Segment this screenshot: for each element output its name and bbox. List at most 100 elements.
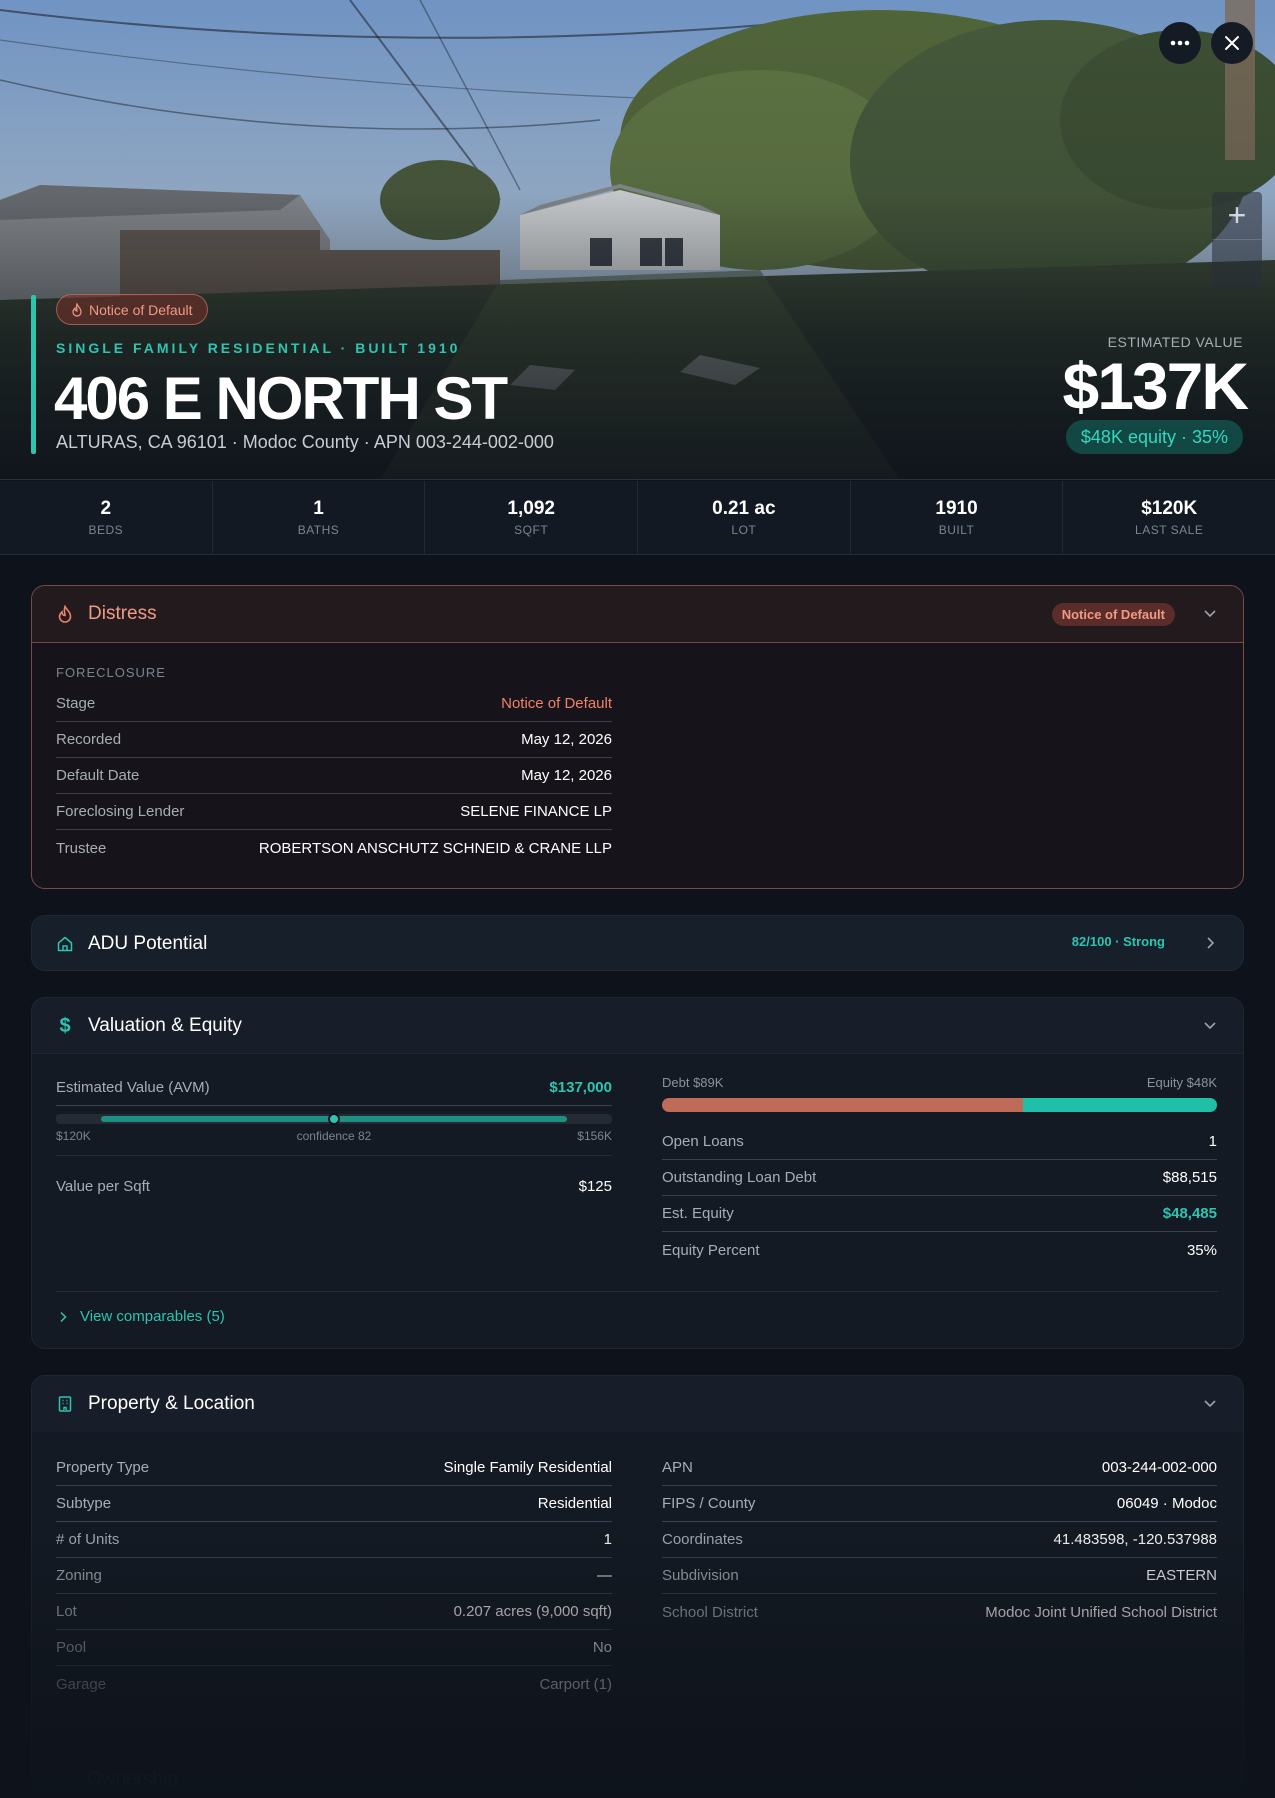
adu-potential-card[interactable]: ADU Potential 82/100 · Strong [31, 915, 1244, 971]
stat-label: BUILT [938, 523, 975, 537]
distress-card-header[interactable]: Distress Notice of Default [32, 586, 1243, 643]
row-value: Modoc Joint Unified School District [985, 1603, 1217, 1621]
ownership-card-header[interactable]: Ownership [31, 1752, 1244, 1798]
property-stats-bar: 2 BEDS 1 BATHS 1,092 SQFT 0.21 ac LOT 19… [0, 481, 1275, 555]
row-key: Foreclosing Lender [56, 803, 185, 820]
view-comparables-label: View comparables (5) [80, 1308, 225, 1325]
hero-accent-bar [31, 295, 36, 454]
valuation-equity-card: $ Valuation & Equity Estimated Value (AV… [31, 997, 1244, 1349]
property-card-header[interactable]: Property & Location [32, 1376, 1243, 1432]
row-key: Trustee [56, 839, 107, 857]
row-value: $88,515 [1162, 1169, 1217, 1186]
range-high: $156K [577, 1129, 612, 1143]
property-location-card: Property & Location Property Type Single … [31, 1375, 1244, 1795]
ppsf-label: Value per Sqft [56, 1177, 150, 1195]
chevron-right-icon[interactable] [1203, 936, 1217, 950]
row-key: Subdivision [662, 1567, 739, 1584]
row-key: Zoning [56, 1567, 102, 1584]
stat-built: 1910 BUILT [851, 481, 1064, 554]
ownership-title: Ownership [87, 1769, 178, 1790]
stat-label: SQFT [514, 523, 549, 537]
row-value: 0.207 acres (9,000 sqft) [453, 1603, 612, 1620]
hero-street-view: + Notice of Default SINGLE FAMILY RESIDE… [0, 0, 1275, 480]
row-key: Outstanding Loan Debt [662, 1169, 817, 1186]
row-key: Property Type [56, 1459, 150, 1476]
zoom-out-button[interactable] [1212, 241, 1262, 289]
view-comparables-link[interactable]: View comparables (5) [58, 1308, 225, 1325]
building-icon [58, 1396, 72, 1412]
equity-segment [1022, 1098, 1217, 1112]
stat-value: 1910 [935, 498, 978, 519]
stat-last-sale: $120K LAST SALE [1063, 481, 1275, 554]
foreclosure-section: FORECLOSURE Stage Notice of Default Reco… [56, 665, 612, 866]
flame-icon [72, 302, 82, 317]
chevron-down-icon[interactable] [1203, 1018, 1217, 1032]
row-value: 003-244-002-000 [1101, 1459, 1217, 1476]
close-icon [1225, 36, 1239, 50]
adu-title: ADU Potential [88, 933, 208, 954]
stat-value: 2 [100, 498, 112, 519]
row-key: Pool [56, 1639, 87, 1656]
debt-label: Debt $89K [662, 1075, 724, 1090]
close-button[interactable] [1211, 22, 1253, 64]
loan-row-equity-percent: Equity Percent 35% [662, 1232, 1217, 1268]
foreclosure-row-lender: Foreclosing Lender SELENE FINANCE LP [56, 794, 612, 830]
property-address: 406 E NORTH ST [54, 365, 508, 432]
prop-row-units: # of Units 1 [56, 1522, 612, 1558]
prop-row-school-district: School District Modoc Joint Unified Schoo… [662, 1594, 1217, 1630]
avm-section: Estimated Value (AVM) $137,000 $120K con… [56, 1070, 612, 1204]
stat-baths: 1 BATHS [213, 481, 426, 554]
row-value: SELENE FINANCE LP [460, 803, 612, 820]
street-view-zoom-control: + [1212, 192, 1262, 290]
adu-card-header[interactable]: ADU Potential 82/100 · Strong [32, 916, 1243, 970]
row-key: # of Units [56, 1531, 120, 1548]
foreclosure-table: Stage Notice of Default Recorded May 12,… [56, 686, 612, 866]
row-key: School District [662, 1603, 758, 1621]
property-type-line: SINGLE FAMILY RESIDENTIAL · BUILT 1910 [56, 340, 461, 356]
stat-value: $120K [1141, 498, 1198, 519]
debt-equity-bar [662, 1098, 1217, 1112]
row-key: Lot [56, 1603, 77, 1620]
debt-segment [662, 1098, 1023, 1112]
stat-value: 0.21 ac [712, 498, 776, 519]
property-title: Property & Location [88, 1393, 255, 1414]
stat-beds: 2 BEDS [0, 481, 213, 554]
stat-lot: 0.21 ac LOT [638, 481, 851, 554]
row-key: Subtype [56, 1495, 112, 1512]
loan-row-debt: Outstanding Loan Debt $88,515 [662, 1160, 1217, 1196]
zoom-in-button[interactable]: + [1212, 192, 1262, 240]
distress-badge: Notice of Default [1051, 603, 1175, 626]
prop-row-apn: APN 003-244-002-000 [662, 1450, 1217, 1486]
distress-pill-label: Notice of Default [89, 301, 193, 318]
chevron-down-icon[interactable] [1203, 1396, 1217, 1410]
row-key: Equity Percent [662, 1241, 760, 1259]
distress-status-pill: Notice of Default [56, 294, 208, 325]
equity-pill: $48K equity · 35% [1065, 420, 1243, 454]
row-value: 1 [603, 1531, 612, 1548]
row-value: EASTERN [1146, 1567, 1217, 1584]
foreclosure-section-label: FORECLOSURE [56, 665, 166, 680]
equity-label: Equity $48K [1146, 1075, 1217, 1090]
foreclosure-row-trustee: Trustee ROBERTSON ANSCHUTZ SCHNEID & CRA… [56, 830, 612, 866]
row-key: Stage [56, 695, 96, 712]
row-key: FIPS / County [662, 1495, 756, 1512]
user-icon [57, 1773, 71, 1788]
adu-score-badge: 82/100 · Strong [1071, 934, 1165, 949]
more-options-button[interactable] [1159, 22, 1201, 64]
row-value: No [592, 1639, 612, 1656]
home-icon [57, 936, 73, 952]
row-value: ROBERTSON ANSCHUTZ SCHNEID & CRANE LLP [258, 839, 612, 857]
avm-value: $137,000 [549, 1079, 612, 1096]
row-key: APN [662, 1459, 693, 1476]
chevron-down-icon[interactable] [1203, 606, 1217, 620]
ppsf-row: Value per Sqft $125 [56, 1168, 612, 1204]
estimated-value: $137K [1062, 349, 1249, 423]
valuation-card-header[interactable]: $ Valuation & Equity [32, 998, 1243, 1054]
avm-marker [328, 1113, 340, 1125]
row-key: Open Loans [662, 1133, 744, 1150]
row-value: Notice of Default [501, 695, 612, 712]
prop-row-fips: FIPS / County 06049 · Modoc [662, 1486, 1217, 1522]
dollar-icon: $ [59, 1014, 71, 1037]
flame-icon [58, 605, 72, 623]
prop-row-coordinates: Coordinates 41.483598, -120.537988 [662, 1522, 1217, 1558]
